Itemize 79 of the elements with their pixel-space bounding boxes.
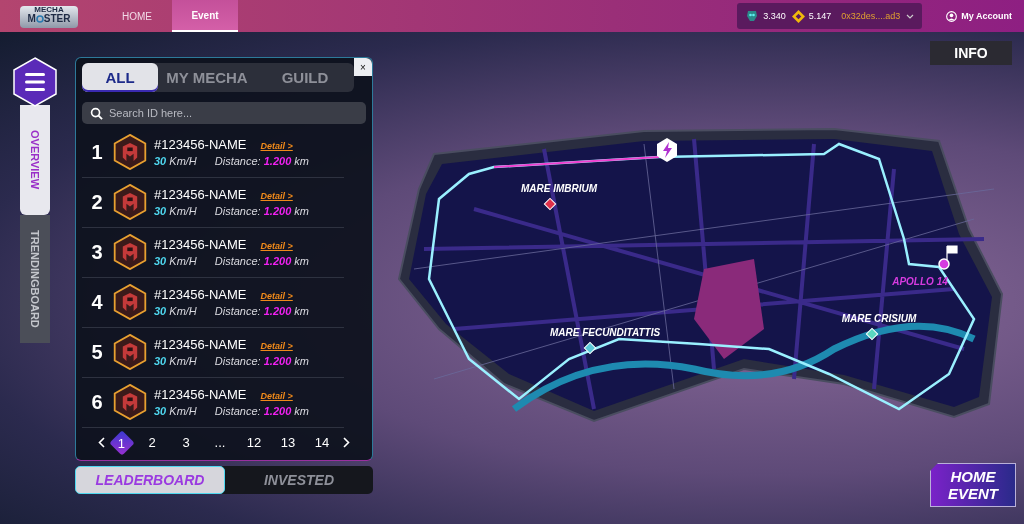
page-button[interactable]: 1: [109, 430, 135, 456]
mecha-name: #123456-NAME: [154, 337, 247, 353]
mecha-avatar-icon: [112, 184, 148, 221]
mecha-name: #123456-NAME: [154, 137, 247, 153]
mecha-name: #123456-NAME: [154, 387, 247, 403]
logo-text: STER: [43, 14, 71, 24]
page-button[interactable]: 14: [309, 431, 335, 454]
distance-text: Distance: 1.200 km: [214, 205, 309, 218]
filter-tab[interactable]: GUILD: [256, 63, 354, 93]
rank-number: 4: [90, 290, 104, 314]
menu-button[interactable]: [13, 57, 57, 107]
rank-number: 2: [90, 190, 104, 214]
side-tab[interactable]: OVERVIEW: [20, 105, 50, 215]
speed-text: 30 Km/H: [154, 255, 197, 268]
filter-tab[interactable]: ALL: [82, 63, 158, 93]
user-icon: [946, 10, 958, 22]
distance-text: Distance: 1.200 km: [214, 355, 309, 368]
distance-text: Distance: 1.200 km: [214, 305, 309, 318]
page-button[interactable]: 3: [173, 431, 199, 454]
view-tab[interactable]: LEADERBOARD: [75, 466, 225, 494]
mecha-avatar-icon: [112, 384, 148, 421]
mecha-avatar-icon: [112, 334, 148, 371]
logo-text: M: [27, 14, 36, 24]
distance-text: Distance: 1.200 km: [214, 405, 309, 418]
token-amount: 3.340: [763, 11, 786, 21]
nav-tab[interactable]: Event: [172, 0, 238, 32]
detail-link[interactable]: Detail >: [260, 391, 293, 402]
rank-number: 3: [90, 240, 104, 264]
location-label: MARE IMBRIUM: [520, 183, 598, 194]
rank-number: 1: [90, 140, 104, 164]
lightning-icon: [657, 138, 677, 162]
info-button[interactable]: INFO: [930, 41, 1012, 65]
mecha-avatar-icon: [112, 284, 148, 321]
wallet-box[interactable]: 3.340 5.147 0x32des....ad3: [737, 3, 923, 29]
search-field[interactable]: Search ID here...: [82, 102, 366, 124]
diamond-icon: [791, 9, 805, 23]
location-label: MARE FECUNDITATTIS: [549, 327, 661, 338]
token-amount: 5.147: [808, 11, 832, 21]
filter-tab[interactable]: MY MECHA: [158, 63, 256, 93]
speed-text: 30 Km/H: [154, 305, 197, 318]
detail-link[interactable]: Detail >: [260, 241, 293, 252]
rank-number: 5: [90, 340, 104, 364]
detail-link[interactable]: Detail >: [260, 341, 293, 352]
mecha-name: #123456-NAME: [154, 237, 247, 253]
speed-text: 30 Km/H: [154, 155, 197, 168]
distance-text: Distance: 1.200 km: [214, 255, 309, 268]
detail-link[interactable]: Detail >: [260, 141, 293, 152]
close-button[interactable]: ×: [354, 58, 372, 76]
logo-text: MECHA: [34, 6, 64, 14]
page-button[interactable]: ...: [207, 431, 233, 454]
page-button[interactable]: 13: [275, 431, 301, 454]
speed-text: 30 Km/H: [154, 355, 197, 368]
side-tab[interactable]: TRENDINGBOARD: [20, 215, 50, 343]
rank-number: 6: [90, 390, 104, 414]
chevron-left-icon[interactable]: [98, 437, 105, 449]
speed-text: 30 Km/H: [154, 205, 197, 218]
mecha-name: #123456-NAME: [154, 187, 247, 203]
logo[interactable]: MECHA M STER: [20, 6, 78, 28]
page-button[interactable]: 2: [139, 431, 165, 454]
account-label: My Account: [961, 11, 1012, 21]
mecha-name: #123456-NAME: [154, 287, 247, 303]
wallet-address: 0x32des....ad3: [841, 11, 901, 21]
mecha-avatar-icon: [112, 134, 148, 171]
account-link[interactable]: My Account: [946, 0, 1012, 32]
mecha-avatar-icon: [112, 234, 148, 271]
location-label: MARE CRISIUM: [841, 313, 917, 324]
view-tab[interactable]: INVESTED: [225, 466, 373, 494]
speed-text: 30 Km/H: [154, 405, 197, 418]
robot-icon: [745, 9, 760, 23]
nav-tab[interactable]: HOME: [102, 0, 172, 32]
detail-link[interactable]: Detail >: [260, 191, 293, 202]
detail-link[interactable]: Detail >: [260, 291, 293, 302]
finish-flag-icon: [938, 245, 958, 270]
caret-icon: [906, 13, 915, 19]
page-button[interactable]: 12: [241, 431, 267, 454]
home-event-button[interactable]: HOME EVENT: [930, 463, 1016, 507]
chevron-right-icon[interactable]: [343, 437, 350, 449]
location-label: APOLLO 14: [892, 276, 948, 287]
distance-text: Distance: 1.200 km: [214, 155, 309, 168]
